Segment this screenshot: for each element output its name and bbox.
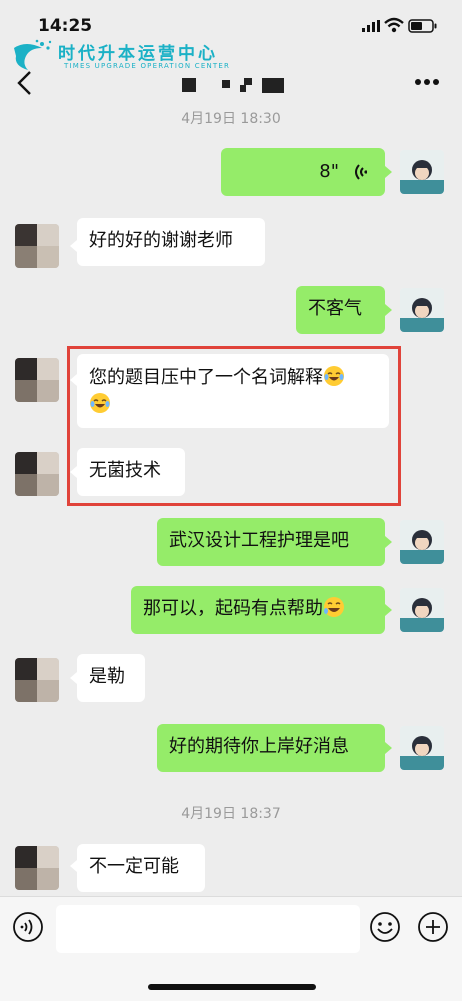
timestamp: 4月19日 18:37 [181, 806, 281, 822]
pixelated-avatar-icon [15, 358, 59, 402]
message-text: 好的好的谢谢老师 [89, 230, 233, 251]
cartoon-avatar-icon [400, 150, 444, 194]
voice-duration: 8" [319, 161, 339, 182]
message-text: 武汉设计工程护理是吧 [169, 530, 349, 551]
avatar[interactable] [400, 588, 444, 632]
avatar[interactable] [15, 224, 59, 268]
rolling-laugh-emoji-icon [324, 597, 344, 617]
bubble-tail [385, 166, 392, 178]
message-bubble[interactable]: 不客气 [296, 286, 385, 334]
laugh-tears-emoji-icon [324, 366, 344, 386]
status-time: 14:25 [38, 16, 93, 36]
message-bubble[interactable]: 是勒 [77, 654, 145, 702]
bubble-tail [70, 860, 77, 872]
voice-input-icon[interactable] [12, 911, 44, 943]
message-text: 不客气 [308, 298, 362, 319]
voice-wave-icon [355, 164, 367, 180]
avatar[interactable] [15, 358, 59, 402]
battery-icon [408, 19, 437, 33]
bubble-tail [385, 742, 392, 754]
message-bubble[interactable]: 好的好的谢谢老师 [77, 218, 265, 266]
more-icon[interactable] [414, 78, 440, 86]
wifi-icon [384, 17, 404, 33]
message-text: 不一定可能 [89, 856, 179, 877]
avatar[interactable] [400, 520, 444, 564]
cartoon-avatar-icon [400, 520, 444, 564]
home-indicator [148, 984, 316, 990]
message-bubble[interactable]: 武汉设计工程护理是吧 [157, 518, 385, 566]
avatar[interactable] [400, 288, 444, 332]
avatar[interactable] [15, 658, 59, 702]
emoji-picker-icon[interactable] [369, 911, 401, 943]
voice-message-bubble[interactable]: 8" [221, 148, 385, 196]
avatar[interactable] [15, 452, 59, 496]
message-text: 您的题目压中了一个名词解释 [89, 367, 323, 388]
message-bubble[interactable]: 您的题目压中了一个名词解释 [77, 354, 389, 428]
bubble-tail [385, 304, 392, 316]
bubble-tail [70, 466, 77, 478]
back-arrow-icon[interactable] [14, 68, 34, 98]
pixelated-avatar-icon [15, 658, 59, 702]
cartoon-avatar-icon [400, 588, 444, 632]
bubble-tail [385, 604, 392, 616]
message-text: 是勒 [89, 666, 125, 687]
pixelated-avatar-icon [15, 846, 59, 890]
message-bubble[interactable]: 不一定可能 [77, 844, 205, 892]
bubble-tail [70, 672, 77, 684]
message-text: 那可以，起码有点帮助 [143, 598, 323, 619]
message-bubble[interactable]: 无菌技术 [77, 448, 185, 496]
avatar[interactable] [15, 846, 59, 890]
bubble-tail [70, 374, 77, 386]
message-bubble[interactable]: 好的期待你上岸好消息 [157, 724, 385, 772]
cartoon-avatar-icon [400, 726, 444, 770]
chat-title-redacted [182, 78, 284, 93]
bubble-tail [385, 536, 392, 548]
message-input[interactable] [56, 905, 360, 953]
message-text: 无菌技术 [89, 460, 161, 481]
add-more-icon[interactable] [417, 911, 449, 943]
pixelated-avatar-icon [15, 452, 59, 496]
chat-nav-bar [0, 60, 462, 106]
pixelated-avatar-icon [15, 224, 59, 268]
avatar[interactable] [400, 150, 444, 194]
signal-icon [362, 20, 380, 32]
avatar[interactable] [400, 726, 444, 770]
message-bubble[interactable]: 那可以，起码有点帮助 [131, 586, 385, 634]
message-text: 好的期待你上岸好消息 [169, 736, 349, 757]
timestamp: 4月19日 18:30 [181, 111, 281, 127]
bubble-tail [70, 240, 77, 252]
laugh-tears-emoji-icon [90, 393, 110, 413]
cartoon-avatar-icon [400, 288, 444, 332]
